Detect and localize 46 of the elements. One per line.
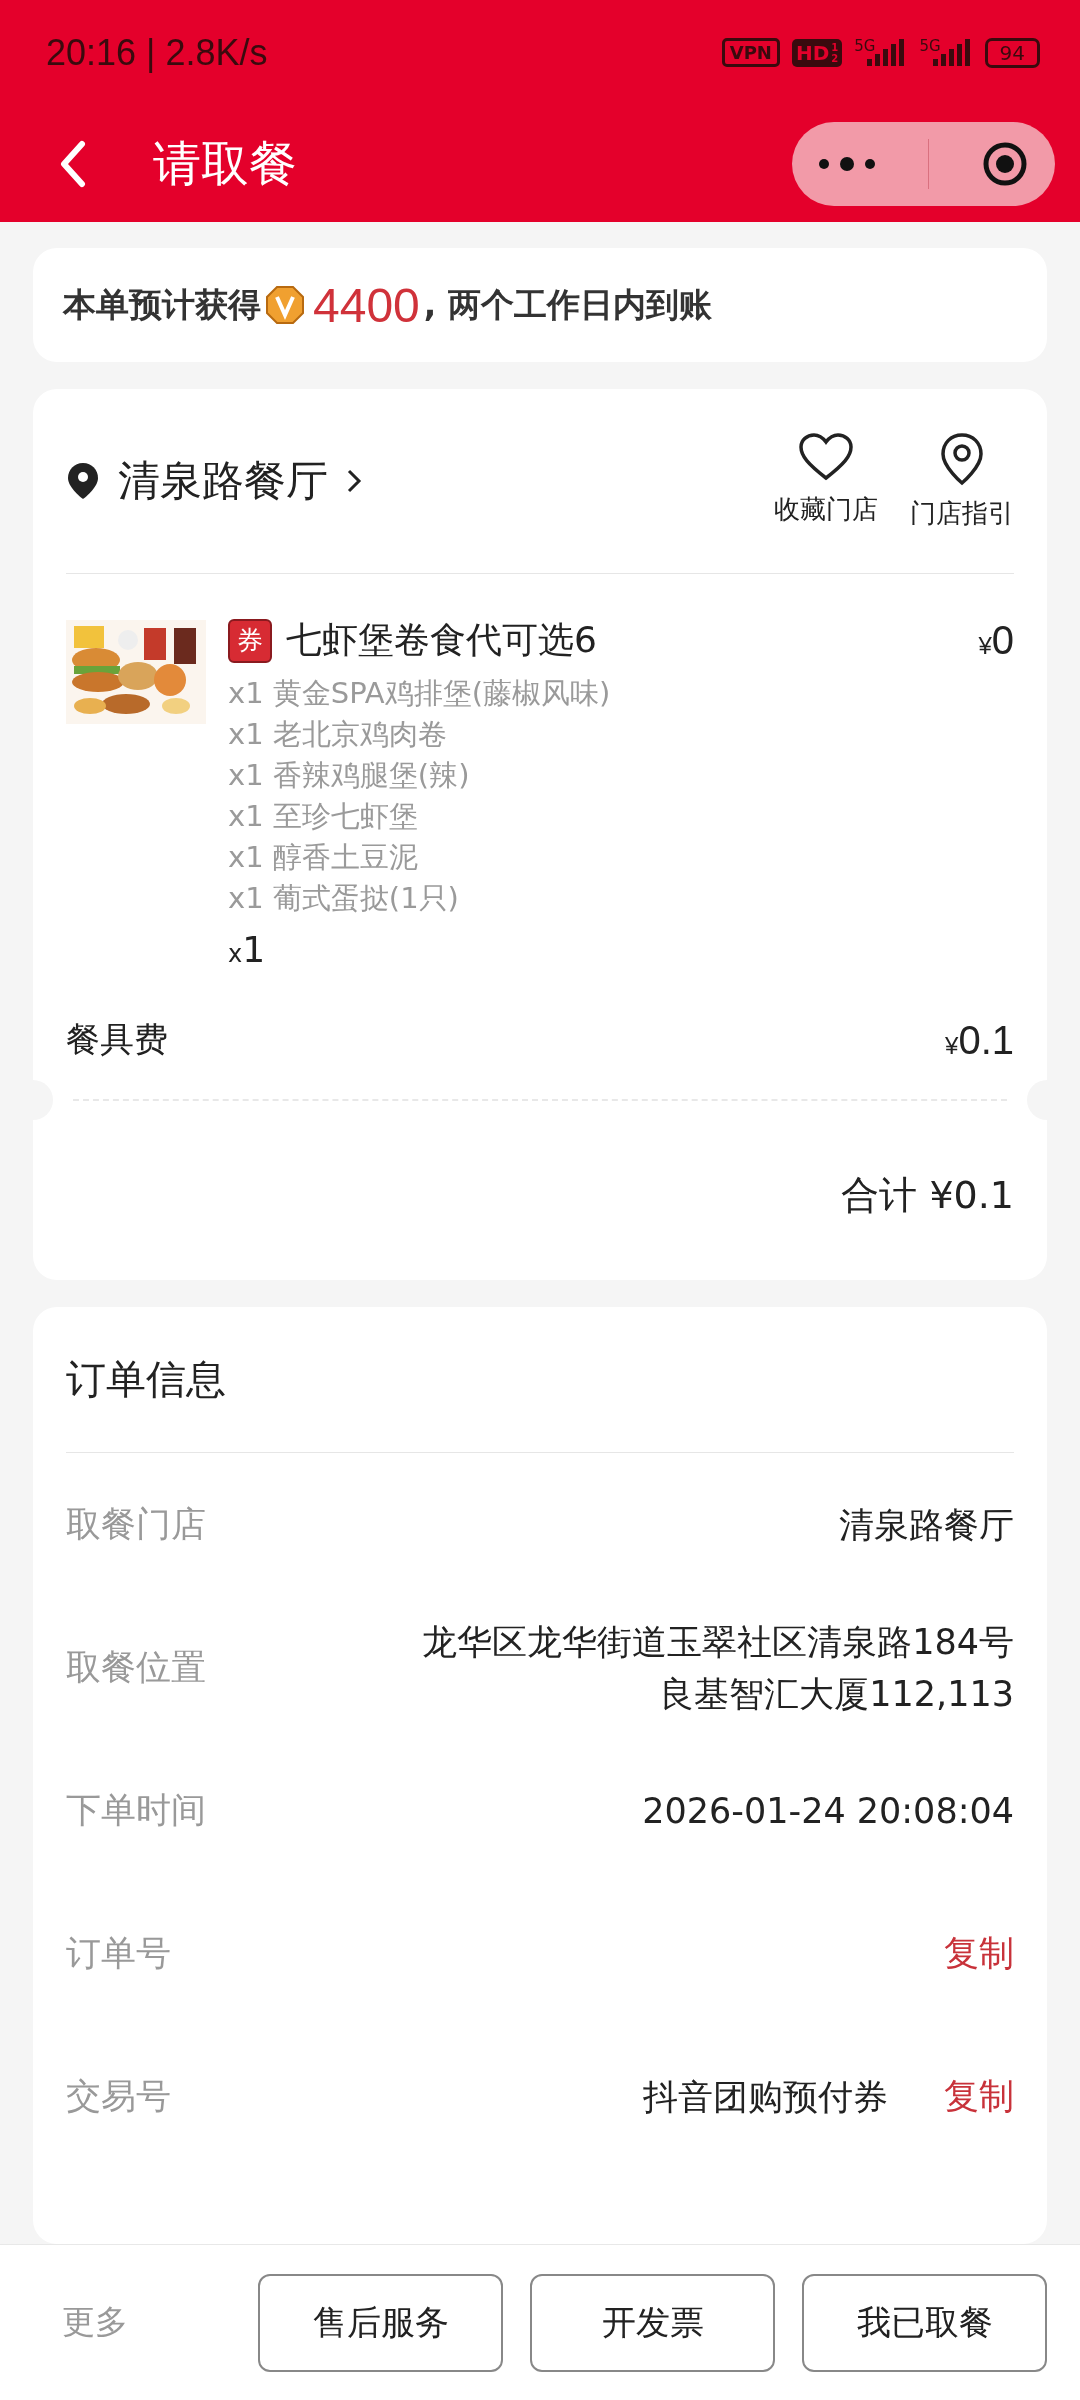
info-label: 交易号 [66,2075,171,2118]
store-name[interactable]: 清泉路餐厅 [118,453,328,509]
status-time: 20:16 | 2.8K/s [46,31,268,74]
action-button[interactable]: 售后服务 [258,2273,503,2372]
section-title: 订单信息 [66,1355,227,1404]
page-title: 请取餐 [153,133,298,193]
action-label[interactable]: 收藏门店 [774,491,878,527]
vpn-badge: VPN [721,38,780,67]
info-value: 2026-01-24 20:08:04 [642,1789,1014,1833]
fee-amount: ¥0.1 [945,1017,1014,1063]
coin-icon [265,285,305,325]
info-label: 取餐门店 [66,1503,206,1546]
product-item: x1 葡式蛋挞(1只) [228,880,460,917]
location-icon[interactable] [939,431,985,486]
chevron-icon [346,468,362,494]
product-item: x1 黄金SPA鸡排堡(藤椒风味) [228,675,612,712]
product-item: x1 醇香土豆泥 [228,839,419,876]
info-value: 良基智汇大厦112,113 [659,1672,1014,1716]
back-icon[interactable] [58,139,88,188]
points-note: , 两个工作日内到账 [423,283,712,326]
product-quantity: x 1 [228,929,266,970]
info-value: 清泉路餐厅 [839,1503,1014,1547]
action-button[interactable]: 开发票 [530,2273,775,2372]
location-icon [66,461,100,501]
info-label: 取餐位置 [66,1646,206,1689]
info-label: 订单号 [66,1932,171,1975]
more-icon[interactable] [818,155,876,172]
info-value: 抖音团购预付券 [643,2075,888,2119]
points-value: 4400 [313,277,420,333]
copy-link[interactable]: 复制 [944,1930,1014,1977]
product-item: x1 老北京鸡肉卷 [228,716,448,753]
points-text: 本单预计获得 [63,283,261,326]
copy-link[interactable]: 复制 [944,2073,1014,2120]
action-button[interactable]: 我已取餐 [802,2273,1047,2372]
heart-icon[interactable] [798,431,854,482]
battery-icon: 94 [984,37,1040,68]
fee-label: 餐具费 [66,1018,168,1061]
coupon-badge: 券 [228,618,272,663]
product-item: x1 至珍七虾堡 [228,798,419,835]
action-label[interactable]: 门店指引 [910,495,1014,531]
info-value: 龙华区龙华街道玉翠社区清泉路184号 [422,1620,1014,1664]
product-name: 七虾堡卷食代可选6 [286,618,598,662]
product-item: x1 香辣鸡腿堡(辣) [228,757,471,794]
product-price: ¥0 [978,618,1014,663]
info-label: 下单时间 [66,1789,206,1832]
total-amount: 合计 ¥0.1 [841,1171,1014,1219]
